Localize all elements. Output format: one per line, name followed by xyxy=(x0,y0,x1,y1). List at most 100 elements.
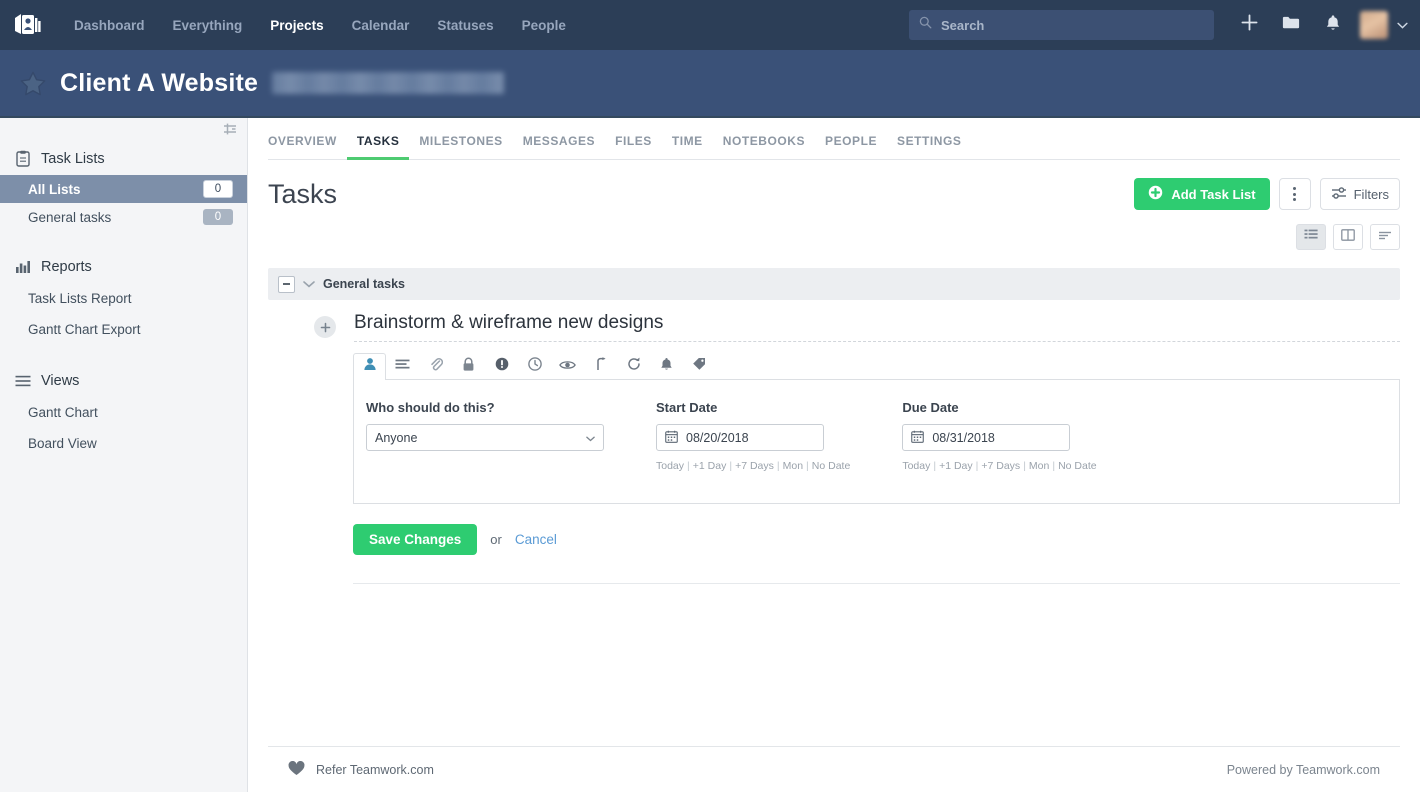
cancel-link[interactable]: Cancel xyxy=(515,532,557,547)
start-date-shortcut-plus-7-days[interactable]: +7 Days xyxy=(735,460,774,472)
star-icon[interactable] xyxy=(20,71,46,96)
page-footer: Refer Teamwork.com Powered by Teamwork.c… xyxy=(268,746,1400,792)
due-date-input[interactable]: 08/31/2018 xyxy=(902,424,1071,451)
estimated-time-tab[interactable] xyxy=(518,353,551,379)
projects-folder-button[interactable] xyxy=(1270,0,1312,50)
refer-teamwork-link[interactable]: Refer Teamwork.com xyxy=(288,760,434,779)
due-date-label: Due Date xyxy=(902,400,959,415)
assignee-select[interactable]: Anyone xyxy=(366,424,604,451)
user-menu[interactable] xyxy=(1354,11,1410,39)
task-list-group-header[interactable]: General tasks xyxy=(268,268,1400,300)
plus-icon xyxy=(1241,14,1258,36)
sort-lines-icon xyxy=(1378,228,1392,246)
project-header: Client A Website xyxy=(0,50,1420,118)
search-box[interactable] xyxy=(909,10,1214,40)
teamwork-logo-icon[interactable] xyxy=(14,12,42,38)
tab-messages[interactable]: MESSAGES xyxy=(513,134,605,159)
separator: | xyxy=(806,460,809,472)
attachment-icon xyxy=(429,357,443,377)
tab-files[interactable]: FILES xyxy=(605,134,662,159)
main-inner: OVERVIEW TASKS MILESTONES MESSAGES FILES… xyxy=(248,118,1420,746)
assignee-field-group: Who should do this? Anyone xyxy=(366,400,604,479)
save-changes-button[interactable]: Save Changes xyxy=(353,524,478,555)
due-date-shortcut-no-date[interactable]: No Date xyxy=(1058,460,1097,472)
project-subtitle-redacted xyxy=(272,72,505,94)
sidebar-item-label: All Lists xyxy=(28,181,81,197)
description-tab[interactable] xyxy=(386,353,419,379)
sort-toggle[interactable] xyxy=(1370,224,1400,250)
sidebar-link-gantt-chart-export[interactable]: Gantt Chart Export xyxy=(0,314,247,345)
due-date-shortcut-today[interactable]: Today xyxy=(902,460,930,472)
privacy-tab[interactable] xyxy=(452,353,485,379)
notifications-button[interactable] xyxy=(1312,0,1354,50)
page-title: Client A Website xyxy=(60,68,259,97)
add-subtask-button[interactable] xyxy=(314,316,336,338)
sidebar-item-badge: 0 xyxy=(203,180,233,198)
add-task-list-button[interactable]: Add Task List xyxy=(1134,178,1270,210)
start-date-shortcut-no-date[interactable]: No Date xyxy=(812,460,851,472)
priority-icon xyxy=(495,357,509,376)
start-date-shortcut-mon[interactable]: Mon xyxy=(783,460,803,472)
tag-icon xyxy=(692,357,707,376)
refer-label: Refer Teamwork.com xyxy=(316,762,434,777)
tab-time[interactable]: TIME xyxy=(662,134,713,159)
task-edit-panel: Who should do this? Anyone Start Date 08… xyxy=(353,353,1400,584)
nav-link-people[interactable]: People xyxy=(508,12,580,39)
nav-link-projects[interactable]: Projects xyxy=(256,12,337,39)
nav-link-everything[interactable]: Everything xyxy=(159,12,257,39)
nav-link-calendar[interactable]: Calendar xyxy=(338,12,424,39)
start-date-input[interactable]: 08/20/2018 xyxy=(656,424,824,451)
attachment-tab[interactable] xyxy=(419,353,452,379)
nav-link-statuses[interactable]: Statuses xyxy=(423,12,507,39)
task-option-tabs xyxy=(353,353,1400,380)
sidebar-item-general-tasks[interactable]: General tasks 0 xyxy=(0,203,247,231)
repeat-tab[interactable] xyxy=(617,353,650,379)
sidebar-section-label: Task Lists xyxy=(41,150,105,167)
separator: | xyxy=(933,460,937,472)
tab-people[interactable]: PEOPLE xyxy=(815,134,887,159)
list-view-toggle[interactable] xyxy=(1296,224,1326,250)
sidebar-collapse-button[interactable] xyxy=(0,118,247,144)
assignee-label: Who should do this? xyxy=(366,400,495,415)
due-date-field-group: Due Date 08/31/2018 Today | +1 Day | +7 … xyxy=(902,400,1097,479)
separator: | xyxy=(1052,460,1056,472)
dependency-tab[interactable] xyxy=(584,353,617,379)
tab-settings[interactable]: SETTINGS xyxy=(887,134,971,159)
sidebar-item-all-lists[interactable]: All Lists 0 xyxy=(0,175,247,203)
tab-milestones[interactable]: MILESTONES xyxy=(409,134,512,159)
sidebar-link-task-lists-report[interactable]: Task Lists Report xyxy=(0,283,247,314)
followers-tab[interactable] xyxy=(551,353,584,379)
start-date-shortcut-plus-1-day[interactable]: +1 Day xyxy=(693,460,727,472)
due-date-shortcut-plus-7-days[interactable]: +7 Days xyxy=(981,460,1020,472)
sidebar-link-gantt-chart[interactable]: Gantt Chart xyxy=(0,397,247,428)
tab-tasks[interactable]: TASKS xyxy=(346,134,410,160)
tab-overview[interactable]: OVERVIEW xyxy=(268,134,347,159)
plus-circle-icon xyxy=(1148,185,1163,203)
start-date-shortcut-today[interactable]: Today xyxy=(656,460,684,472)
followers-icon xyxy=(559,358,576,376)
user-avatar[interactable] xyxy=(1360,11,1388,39)
chevron-down-icon[interactable] xyxy=(303,275,315,293)
assignee-tab[interactable] xyxy=(353,353,386,380)
add-new-button[interactable] xyxy=(1228,0,1270,50)
board-view-toggle[interactable] xyxy=(1333,224,1363,250)
due-date-shortcut-plus-1-day[interactable]: +1 Day xyxy=(939,460,973,472)
due-date-shortcut-mon[interactable]: Mon xyxy=(1029,460,1049,472)
filters-button[interactable]: Filters xyxy=(1319,178,1400,210)
tag-tab[interactable] xyxy=(683,353,716,379)
dependency-icon xyxy=(595,357,607,376)
search-input[interactable] xyxy=(941,17,1204,33)
collapse-minus-icon[interactable] xyxy=(278,275,295,293)
estimated-time-icon xyxy=(527,357,542,376)
start-date-value: 08/20/2018 xyxy=(686,430,749,445)
more-options-button[interactable] xyxy=(1278,178,1311,210)
sidebar-section-label: Reports xyxy=(41,259,92,275)
new-task-input[interactable] xyxy=(354,312,1400,342)
priority-tab[interactable] xyxy=(485,353,518,379)
primary-nav-links: Dashboard Everything Projects Calendar S… xyxy=(60,12,580,39)
nav-link-dashboard[interactable]: Dashboard xyxy=(60,12,159,39)
reminder-tab[interactable] xyxy=(650,353,683,379)
sidebar-link-board-view[interactable]: Board View xyxy=(0,428,247,459)
tab-notebooks[interactable]: NOTEBOOKS xyxy=(713,134,815,159)
